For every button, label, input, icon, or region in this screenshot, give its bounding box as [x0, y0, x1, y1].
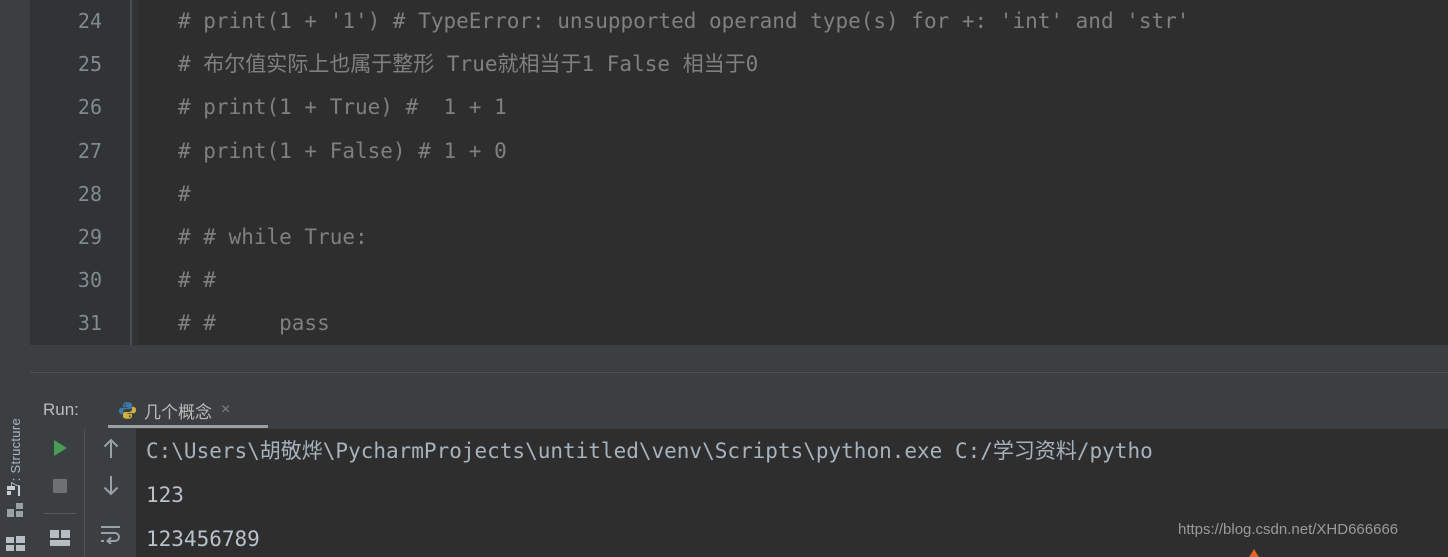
console-line: C:\Users\胡敬烨\PycharmProjects\untitled\ve…: [146, 439, 1153, 463]
layout-button[interactable]: [36, 519, 84, 557]
arrow-down-icon[interactable]: [87, 467, 135, 505]
code-editor[interactable]: 24 25 26 27 28 29 30 31 # print(1 + '1')…: [30, 0, 1448, 372]
fold-gutter-line: [130, 0, 132, 345]
line-number: 27: [77, 138, 102, 163]
python-icon: [118, 401, 137, 420]
code-line[interactable]: #: [138, 173, 1448, 216]
line-number: 25: [77, 52, 102, 77]
line-number: 24: [77, 9, 102, 33]
active-tab-indicator: [108, 425, 268, 428]
line-number: 30: [77, 268, 102, 293]
structure-tool-label: 7: Structure: [7, 417, 23, 489]
run-button[interactable]: [36, 429, 84, 467]
line-number: 29: [77, 225, 102, 249]
watermark-logo-icon: [1232, 546, 1272, 557]
code-line[interactable]: # # while True:: [138, 216, 1448, 259]
arrow-up-icon[interactable]: [87, 429, 135, 467]
toolbar-separator: [44, 513, 76, 514]
code-line[interactable]: # print(1 + False) # 1 + 0: [138, 130, 1448, 173]
line-number: 31: [77, 311, 102, 336]
watermark-url: https://blog.csdn.net/XHD666666: [1178, 521, 1399, 538]
run-toolbar-secondary: [84, 429, 136, 557]
code-line[interactable]: # 布尔值实际上也属于整形 True就相当于1 False 相当于0: [138, 43, 1448, 86]
code-line[interactable]: # #: [138, 259, 1448, 302]
line-number: 28: [77, 181, 102, 206]
windows-icon[interactable]: [6, 536, 25, 552]
panel-splitter[interactable]: [30, 372, 1448, 391]
editor-gutter[interactable]: 24 25 26 27 28 29 30 31: [30, 0, 138, 372]
code-text-area[interactable]: # print(1 + '1') # TypeError: unsupporte…: [138, 0, 1448, 372]
console-line: 123: [146, 483, 184, 507]
code-line[interactable]: # print(1 + True) # 1 + 1: [138, 86, 1448, 129]
code-line[interactable]: # print(1 + '1') # TypeError: unsupporte…: [138, 0, 1448, 43]
code-line[interactable]: # # pass: [138, 302, 1448, 345]
run-toolbar-primary: [36, 429, 84, 557]
pycharm-window: 7: Structure 24 25 26 27 28 29 30 31 # p…: [0, 0, 1448, 557]
soft-wrap-icon[interactable]: [87, 515, 135, 553]
run-configuration-tab[interactable]: 几个概念 ×: [108, 391, 238, 429]
editor-bottom-padding: [30, 345, 1448, 372]
left-tool-strip: 7: Structure: [0, 0, 30, 557]
run-header: Run: 几个概念 ×: [30, 391, 1448, 429]
close-icon[interactable]: ×: [221, 402, 230, 418]
line-number-column: 24 25 26 27 28 29 30 31: [30, 0, 138, 345]
run-tab-title: 几个概念: [144, 402, 212, 422]
pin-icon[interactable]: [7, 486, 23, 498]
structure-icon[interactable]: [7, 503, 24, 518]
run-label: Run:: [43, 400, 79, 419]
line-number: 26: [77, 95, 102, 120]
stop-button[interactable]: [36, 467, 84, 505]
